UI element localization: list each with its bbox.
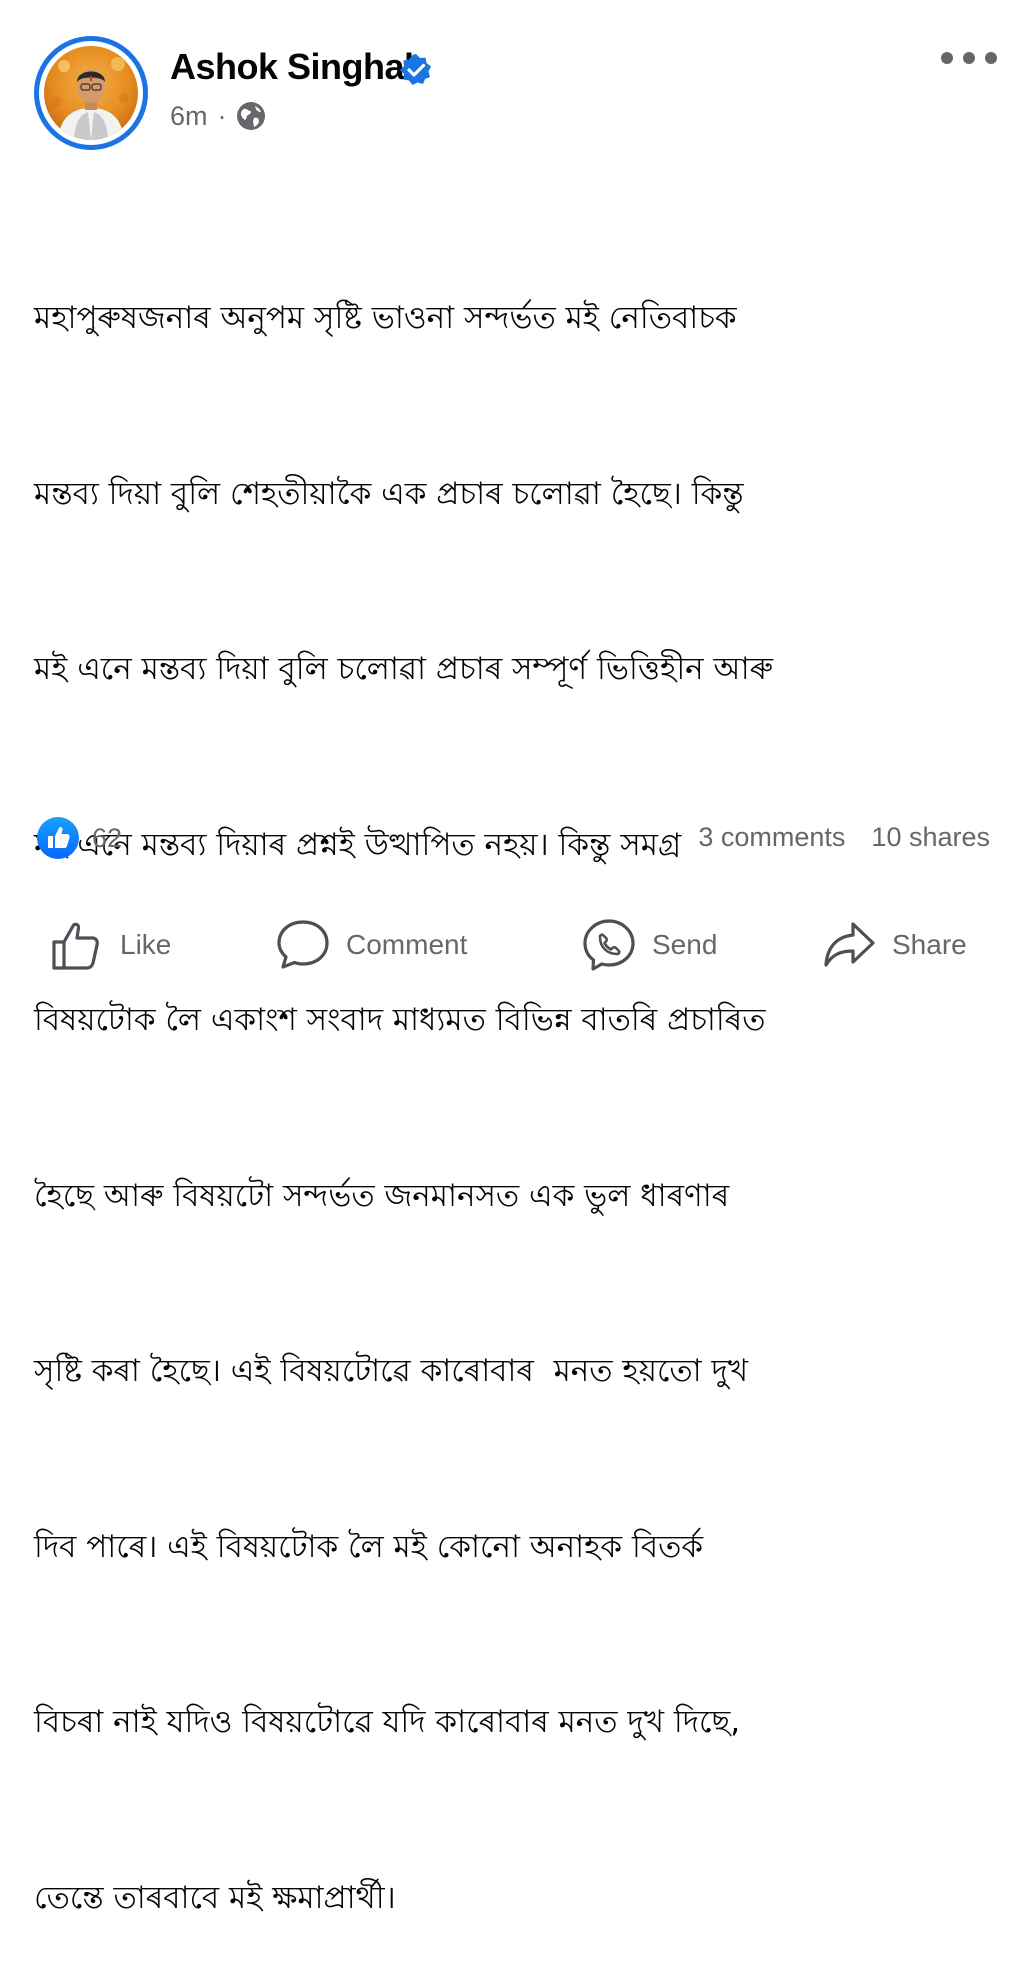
share-button[interactable]: Share [820,916,967,974]
post-body-line: মন্তব্য দিয়া বুলি শেহতীয়াকৈ এক প্ৰচাৰ … [34,475,744,512]
post-body-line: দিব পাৰে। এই বিষয়টোক লৈ মই কোনো অনাহক ব… [34,1528,704,1565]
post-body-line: মহাপুৰুষজনাৰ অনুপম সৃষ্টি ভাওনা সন্দৰ্ভত… [34,300,737,336]
share-button-label: Share [892,929,967,960]
avatar-photo [44,46,138,140]
reaction-count: 62 [92,822,123,853]
avatar[interactable] [34,36,148,150]
send-button[interactable]: Send [580,916,717,974]
comments-count[interactable]: 3 comments [698,822,845,853]
like-button[interactable]: Like [48,916,171,974]
comment-bubble-icon [277,920,329,969]
messenger-icon [583,919,635,971]
post-body-line: হৈছে আৰু বিষয়টো সন্দৰ্ভত জনমানসত এক ভুল… [34,1177,730,1214]
post-timestamp[interactable]: 6m [170,101,208,132]
post-body-line: বিচৰা নাই যদিও বিষয়টোৱে যদি কাৰোবাৰ মনত… [34,1704,741,1740]
post-body-line: সৃষ্টি কৰা হৈছে। এই বিষয়টোৱে কাৰোবাৰ মন… [34,1353,749,1389]
post-body: মহাপুৰুষজনাৰ অনুপম সৃষ্টি ভাওনা সন্দৰ্ভত… [34,172,994,1986]
author-name[interactable]: Ashok Singhal [170,46,414,88]
reactions-summary[interactable]: 62 [36,816,122,860]
engagement-counts: 3 comments 10 shares [698,822,990,853]
action-bar: Like Comment Send Share [0,900,1024,996]
thumbs-up-icon [52,922,99,970]
globe-icon[interactable] [235,100,267,132]
like-button-label: Like [120,929,172,960]
post-body-line: বিষয়টোক লৈ একাংশ সংবাদ মাধ্যমত বিভিন্ন … [34,1002,766,1038]
comment-button-label: Comment [346,929,468,960]
comment-button[interactable]: Comment [274,916,467,974]
shares-count[interactable]: 10 shares [871,822,990,853]
more-options-icon[interactable] [936,40,1002,76]
share-arrow-icon [824,922,875,967]
send-button-label: Send [652,929,718,960]
post-body-line: তেন্তে তাৰবাবে মই ক্ষমাপ্ৰাৰ্থী। [34,1879,396,1916]
meta-separator: · [217,100,227,131]
post-meta: 6m · [170,100,267,132]
post-body-line: মই এনে মন্তব্য দিয়া বুলি চলোৱা প্ৰচাৰ স… [34,651,774,687]
like-reaction-icon [37,817,79,859]
verified-badge-icon [400,54,431,85]
